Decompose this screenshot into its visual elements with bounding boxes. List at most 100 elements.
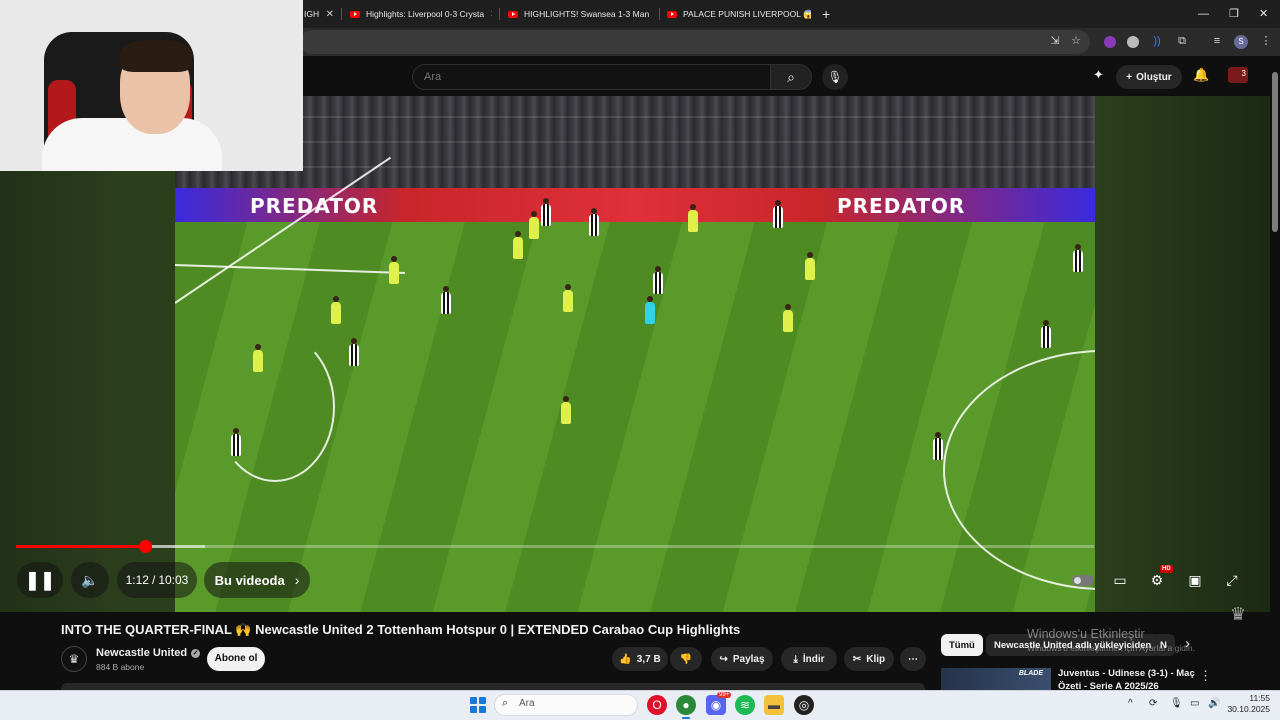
create-label: Oluştur xyxy=(1136,71,1172,83)
subscriber-count: 884 B abone xyxy=(96,662,145,672)
voice-search-button[interactable]: 🎙 xyxy=(822,64,848,90)
sync-icon[interactable]: ⟳ xyxy=(1149,698,1157,709)
extension-icon[interactable] xyxy=(1127,36,1139,48)
recommendation-thumbnail[interactable]: BLADE xyxy=(941,668,1051,690)
dislike-button[interactable]: 👎 xyxy=(670,647,702,671)
pause-button[interactable]: ❚❚ xyxy=(17,562,63,598)
windows-activation-title: Windows'u Etkinleştir xyxy=(1027,627,1145,641)
chrome-icon[interactable]: ● xyxy=(676,695,696,715)
tab-label: Highlights: Liverpool 0-3 Crysta xyxy=(366,9,485,19)
clock-date: 30.10.2025 xyxy=(1227,704,1270,714)
time-display: 1:12 / 10:03 xyxy=(117,562,197,598)
spotify-icon[interactable]: ≋ xyxy=(735,695,755,715)
windows-start-icon[interactable] xyxy=(470,697,486,713)
search-button[interactable]: ⌕ xyxy=(770,64,812,90)
speaker-icon[interactable]: 🔊 xyxy=(1208,698,1220,709)
recommendation-menu-icon[interactable]: ⋮ xyxy=(1199,668,1212,684)
profile-avatar[interactable]: S xyxy=(1234,35,1248,49)
volume-icon: 🔈 xyxy=(81,571,99,588)
chevron-right-icon: › xyxy=(294,572,300,588)
chevron-up-icon[interactable]: ^ xyxy=(1128,698,1133,709)
settings-gear-icon[interactable]: ⚙ xyxy=(1148,572,1166,589)
notifications-bell-icon[interactable]: 🔔 xyxy=(1193,67,1209,83)
install-app-icon[interactable]: ⇲ xyxy=(1048,34,1062,48)
channel-name-text[interactable]: Newcastle United xyxy=(96,647,187,659)
browser-menu-icon[interactable]: ⋮ xyxy=(1259,34,1273,48)
bookmark-star-icon[interactable]: ☆ xyxy=(1069,34,1083,48)
extensions-puzzle-icon[interactable]: ⧉ xyxy=(1175,34,1189,48)
volume-button[interactable]: 🔈 xyxy=(71,562,109,598)
chapters-button[interactable]: Bu videoda › xyxy=(204,562,310,598)
extension-icon[interactable]: )) xyxy=(1150,34,1164,48)
microphone-icon[interactable]: 🎙 xyxy=(1170,698,1183,709)
close-icon[interactable]: ✕ xyxy=(484,9,492,20)
video-player[interactable]: PREDATOR PREDATOR ♛ xyxy=(0,96,1270,624)
close-window-button[interactable]: ✕ xyxy=(1259,4,1268,24)
opera-icon[interactable]: O xyxy=(647,695,667,715)
like-count: 3,7 B xyxy=(636,653,661,665)
download-icon: ⤓ xyxy=(793,653,798,665)
ad-text: PREDATOR xyxy=(250,194,379,218)
video-title: INTO THE QUARTER-FINAL 🙌 Newcastle Unite… xyxy=(61,622,741,637)
verified-badge-icon: ✓ xyxy=(191,648,201,658)
more-actions-button[interactable]: ⋯ xyxy=(900,647,926,671)
channel-avatar[interactable]: ♛ xyxy=(61,646,87,672)
download-button[interactable]: ⤓ İndir xyxy=(781,647,837,671)
search-input[interactable] xyxy=(424,65,764,89)
ad-text: PREDATOR xyxy=(837,194,966,218)
windows-activation-subtitle: Windows'u etkinleştirmek için Ayarlar'a … xyxy=(1027,643,1195,653)
video-frame: PREDATOR PREDATOR xyxy=(175,96,1095,612)
share-button[interactable]: ↪ Paylaş xyxy=(711,647,773,671)
channel-name[interactable]: Newcastle United ✓ xyxy=(96,647,201,659)
current-time: 1:12 xyxy=(125,573,149,587)
network-icon[interactable]: ▭ xyxy=(1190,698,1199,709)
windows-taskbar xyxy=(0,690,1280,720)
close-icon[interactable]: ✕ xyxy=(649,9,652,20)
discord-badge: 99+ xyxy=(717,692,732,698)
club-crest-icon: ♛ xyxy=(1230,604,1247,624)
clip-button[interactable]: ✂ Klip xyxy=(844,647,894,671)
new-tab-button[interactable]: + xyxy=(822,4,830,24)
browser-tab[interactable]: PALACE PUNISH LIVERPOOL 😱 ✕ xyxy=(667,4,811,24)
browser-tab[interactable]: IGH ✕ xyxy=(304,4,334,24)
restore-button[interactable]: ❐ xyxy=(1229,4,1239,24)
clip-label: Klip xyxy=(866,653,886,665)
plus-icon: + xyxy=(1126,71,1133,83)
obs-icon[interactable]: ◎ xyxy=(794,695,814,715)
taskbar-search[interactable] xyxy=(494,694,638,716)
chip-all[interactable]: Tümü xyxy=(941,634,983,656)
scrollbar-thumb[interactable] xyxy=(1272,72,1278,232)
browser-tab[interactable]: HIGHLIGHTS! Swansea 1-3 Man ✕ xyxy=(508,4,652,24)
taskbar-clock[interactable]: 11:55 30.10.2025 xyxy=(1226,693,1270,715)
thumbs-down-icon: 👎 xyxy=(679,653,693,665)
recommendation-title[interactable]: Juventus - Udinese (3-1) - Maç xyxy=(1058,668,1198,680)
progress-played xyxy=(16,545,145,548)
scrubber-handle[interactable] xyxy=(138,540,152,553)
file-explorer-icon[interactable]: ▬ xyxy=(764,695,784,715)
create-button[interactable]: + Oluştur xyxy=(1116,65,1182,89)
stadium-stands xyxy=(175,96,1095,196)
like-button[interactable]: 👍 3,7 B xyxy=(612,647,668,671)
fullscreen-icon[interactable]: ⤢ xyxy=(1223,572,1241,589)
extension-icon[interactable] xyxy=(1104,36,1116,48)
pitch xyxy=(175,156,1095,612)
scissors-icon: ✂ xyxy=(852,653,862,665)
autoplay-toggle[interactable] xyxy=(1072,575,1094,586)
share-label: Paylaş xyxy=(732,653,765,665)
premium-icon[interactable]: ✦ xyxy=(1093,67,1104,83)
youtube-icon xyxy=(667,10,677,18)
subscribe-button[interactable]: Abone ol xyxy=(207,647,265,671)
browser-tab[interactable]: Highlights: Liverpool 0-3 Crysta ✕ xyxy=(350,4,492,24)
minimize-button[interactable]: — xyxy=(1198,4,1209,24)
close-icon[interactable]: ✕ xyxy=(320,9,334,20)
ad-board: PREDATOR PREDATOR xyxy=(175,188,1095,222)
theater-mode-icon[interactable]: ▣ xyxy=(1186,572,1204,589)
tab-label: HIGHLIGHTS! Swansea 1-3 Man xyxy=(524,9,650,19)
discord-icon[interactable]: ◉ xyxy=(706,695,726,715)
more-icon: ⋯ xyxy=(908,653,918,665)
address-bar[interactable] xyxy=(300,30,1090,54)
account-avatar[interactable]: 3 xyxy=(1228,67,1248,83)
duration: 10:03 xyxy=(158,573,189,587)
subtitles-icon[interactable]: ▭ xyxy=(1111,572,1129,589)
reading-list-icon[interactable]: ≡ xyxy=(1210,34,1224,48)
